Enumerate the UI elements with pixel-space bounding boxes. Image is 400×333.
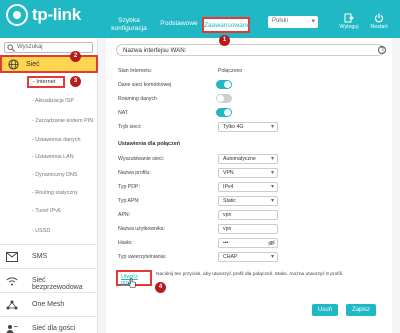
main-panel: Nazwa interfejsu WAN: ? Stan Internetu: … (106, 38, 392, 333)
network-search-select[interactable]: Automatyczne (218, 154, 278, 164)
network-search-label: Wyszukiwanie sieci: (118, 156, 165, 162)
apn-type-label: Typ APN: (118, 198, 140, 204)
password-label: Hasło: (118, 240, 133, 246)
username-field[interactable]: vpn (218, 224, 278, 234)
sidebar-subitem-internet[interactable]: - Internet (27, 76, 65, 88)
mesh-icon (6, 300, 18, 310)
sidebar-item-wireless[interactable]: Sieć bezprzewodowa (0, 268, 98, 292)
sidebar-item-one-mesh[interactable]: One Mesh (0, 292, 98, 316)
apn-field[interactable]: vpn (218, 210, 278, 220)
tab-advanced[interactable]: Zaawansowane (202, 17, 250, 33)
logout-icon (344, 13, 354, 23)
sidebar: Wyszukaj Sieć - Internet - Aktualizacja … (0, 38, 98, 333)
show-password-icon[interactable] (268, 240, 275, 246)
nat-toggle[interactable] (216, 108, 232, 117)
globe-icon (8, 59, 19, 70)
sidebar-subitem-isp-update[interactable]: - Aktualizacja ISP (32, 98, 74, 104)
search-icon (7, 44, 15, 52)
sidebar-subitem-data-settings[interactable]: - Ustawienia danych (32, 137, 81, 143)
pdp-type-select[interactable]: IPv4 (218, 182, 278, 192)
apn-label: APN: (118, 212, 131, 218)
language-select[interactable]: Polski (268, 16, 318, 28)
sidebar-subitem-pin[interactable]: - Zarządzanie kodem PIN (32, 118, 93, 124)
sidebar-subitem-ussd[interactable]: - USSD (32, 228, 50, 234)
help-icon[interactable]: ? (378, 46, 386, 54)
tab-quick-setup[interactable]: Szybka konfiguracja (108, 17, 150, 33)
top-header: tp-link Szybka konfiguracja Podstawowe Z… (0, 0, 400, 38)
logo-icon (6, 4, 28, 26)
internet-status-label: Stan Internetu: (118, 68, 153, 74)
annotation-badge-3: 3 (70, 76, 81, 87)
hand-cursor-icon (128, 278, 136, 288)
sidebar-subitem-ddns[interactable]: - Dynamiczny DNS (32, 172, 78, 178)
apn-type-select[interactable]: Static (218, 196, 278, 206)
annotation-badge-2: 2 (70, 51, 81, 62)
wifi-icon (6, 277, 18, 286)
search-input[interactable]: Wyszukaj (4, 42, 93, 53)
auth-type-label: Typ uwierzytelniania: (118, 254, 167, 260)
guest-network-icon (6, 325, 18, 333)
sms-icon (6, 252, 18, 262)
logout-button[interactable]: Wyloguj (336, 13, 362, 30)
password-field[interactable]: ••• (218, 238, 278, 248)
save-button[interactable]: Zapisz (346, 304, 376, 316)
profile-name-label: Nazwa profilu: (118, 170, 151, 176)
sidebar-item-guest-network[interactable]: Sieć dla gości (0, 316, 98, 333)
cellular-data-label: Dane sieci komórkowej (118, 82, 172, 88)
connection-settings-title: Ustawienia dla połączeń (118, 141, 181, 147)
pdp-type-label: Typ PDP: (118, 184, 140, 190)
cellular-data-toggle[interactable] (216, 80, 232, 89)
roaming-toggle[interactable] (216, 94, 232, 103)
cancel-button[interactable]: Usuń (312, 304, 338, 316)
profile-name-select[interactable]: VPN (218, 168, 278, 178)
annotation-badge-4: 4 (155, 282, 166, 293)
nat-label: NAT (118, 110, 128, 116)
tab-basic[interactable]: Podstawowe (160, 20, 198, 28)
annotation-badge-1: 1 (219, 35, 230, 46)
restart-icon (374, 13, 384, 23)
internet-status-value: Połączono (218, 68, 243, 74)
create-profile-hint: Naciśnij ten przycisk, aby utworzyć prof… (156, 272, 344, 277)
network-mode-label: Tryb sieci: (118, 124, 142, 130)
sidebar-subitem-static-routing[interactable]: - Routing statyczny (32, 190, 78, 196)
username-label: Nazwa użytkownika: (118, 226, 165, 232)
restart-button[interactable]: Restart (366, 13, 392, 30)
tp-link-logo: tp-link (6, 4, 81, 26)
roaming-label: Roaming danych (118, 96, 157, 102)
sidebar-item-network[interactable]: Sieć (0, 55, 98, 73)
sidebar-subitem-lan[interactable]: - Ustawienia LAN (32, 154, 74, 160)
sidebar-item-sms[interactable]: SMS (0, 244, 98, 268)
auth-type-select[interactable]: CHAP (218, 252, 278, 262)
wan-interface-name-field[interactable]: Nazwa interfejsu WAN: (116, 44, 384, 56)
sidebar-subitem-ipv6-tunnel[interactable]: - Tunel IPv6 (32, 208, 61, 214)
network-mode-select[interactable]: Tylko 4G (218, 122, 278, 132)
